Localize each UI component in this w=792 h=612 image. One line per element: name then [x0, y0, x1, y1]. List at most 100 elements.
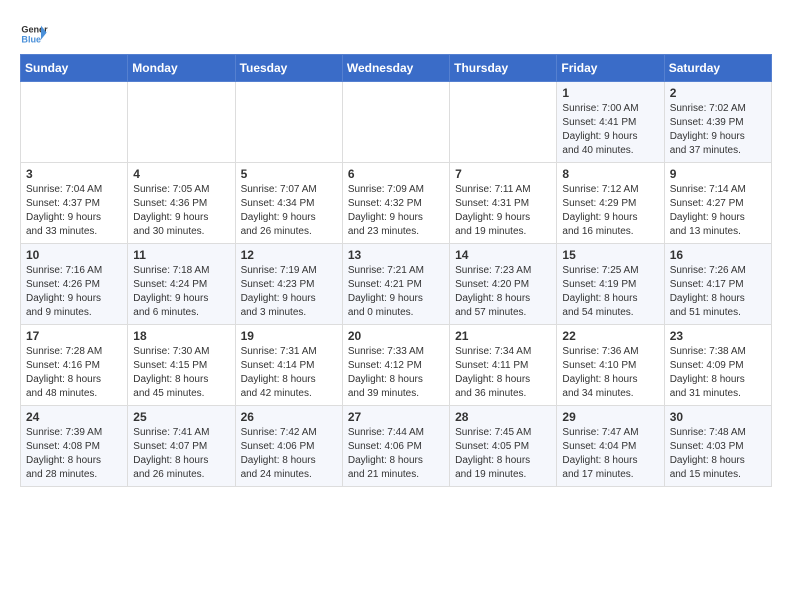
day-detail: Sunrise: 7:04 AM Sunset: 4:37 PM Dayligh…: [26, 183, 122, 239]
day-number: 20: [348, 329, 444, 343]
header-monday: Monday: [128, 55, 235, 82]
day-cell: 16Sunrise: 7:26 AM Sunset: 4:17 PM Dayli…: [664, 244, 771, 325]
day-detail: Sunrise: 7:33 AM Sunset: 4:12 PM Dayligh…: [348, 345, 444, 401]
day-detail: Sunrise: 7:21 AM Sunset: 4:21 PM Dayligh…: [348, 264, 444, 320]
day-detail: Sunrise: 7:12 AM Sunset: 4:29 PM Dayligh…: [562, 183, 658, 239]
day-detail: Sunrise: 7:25 AM Sunset: 4:19 PM Dayligh…: [562, 264, 658, 320]
day-detail: Sunrise: 7:07 AM Sunset: 4:34 PM Dayligh…: [241, 183, 337, 239]
calendar-table: SundayMondayTuesdayWednesdayThursdayFrid…: [20, 54, 772, 487]
header-thursday: Thursday: [450, 55, 557, 82]
header-friday: Friday: [557, 55, 664, 82]
day-number: 29: [562, 410, 658, 424]
day-number: 7: [455, 167, 551, 181]
day-detail: Sunrise: 7:23 AM Sunset: 4:20 PM Dayligh…: [455, 264, 551, 320]
day-detail: Sunrise: 7:44 AM Sunset: 4:06 PM Dayligh…: [348, 426, 444, 482]
day-cell: 24 Sunrise: 7:39 AM Sunset: 4:08 PM Dayli…: [21, 406, 128, 487]
day-cell: 15 Sunrise: 7:25 AM Sunset: 4:19 PM Dayli…: [557, 244, 664, 325]
page: General Blue SundayMondayTuesdayWednesda…: [0, 0, 792, 497]
day-detail: Sunrise: 7:05 AM Sunset: 4:36 PM Dayligh…: [133, 183, 229, 239]
day-cell: 18 Sunrise: 7:30 AM Sunset: 4:15 PM Dayli…: [128, 325, 235, 406]
day-detail: Sunrise: 7:34 AM Sunset: 4:11 PM Dayligh…: [455, 345, 551, 401]
day-detail: Sunrise: 7:31 AM Sunset: 4:14 PM Dayligh…: [241, 345, 337, 401]
day-number: 19: [241, 329, 337, 343]
day-number: 21: [455, 329, 551, 343]
day-detail: Sunrise: 7:48 AM Sunset: 4:03 PM Dayligh…: [670, 426, 766, 482]
day-cell: [342, 82, 449, 163]
header-tuesday: Tuesday: [235, 55, 342, 82]
day-number: 4: [133, 167, 229, 181]
day-number: 24: [26, 410, 122, 424]
day-cell: 9 Sunrise: 7:14 AM Sunset: 4:27 PM Daylig…: [664, 163, 771, 244]
week-row-1: 3 Sunrise: 7:04 AM Sunset: 4:37 PM Daylig…: [21, 163, 772, 244]
header-wednesday: Wednesday: [342, 55, 449, 82]
week-row-0: 1 Sunrise: 7:00 AM Sunset: 4:41 PM Daylig…: [21, 82, 772, 163]
day-cell: 4 Sunrise: 7:05 AM Sunset: 4:36 PM Daylig…: [128, 163, 235, 244]
day-detail: Sunrise: 7:19 AM Sunset: 4:23 PM Dayligh…: [241, 264, 337, 320]
header-sunday: Sunday: [21, 55, 128, 82]
day-cell: 20 Sunrise: 7:33 AM Sunset: 4:12 PM Dayli…: [342, 325, 449, 406]
day-detail: Sunrise: 7:11 AM Sunset: 4:31 PM Dayligh…: [455, 183, 551, 239]
day-cell: [450, 82, 557, 163]
day-cell: [235, 82, 342, 163]
day-cell: [128, 82, 235, 163]
day-cell: 10Sunrise: 7:16 AM Sunset: 4:26 PM Dayli…: [21, 244, 128, 325]
day-number: 13: [348, 248, 444, 262]
week-row-3: 17 Sunrise: 7:28 AM Sunset: 4:16 PM Dayli…: [21, 325, 772, 406]
day-cell: 30 Sunrise: 7:48 AM Sunset: 4:03 PM Dayli…: [664, 406, 771, 487]
day-cell: 8 Sunrise: 7:12 AM Sunset: 4:29 PM Daylig…: [557, 163, 664, 244]
day-number: 25: [133, 410, 229, 424]
svg-text:Blue: Blue: [21, 34, 41, 44]
header-saturday: Saturday: [664, 55, 771, 82]
day-number: 14: [455, 248, 551, 262]
day-detail: Sunrise: 7:28 AM Sunset: 4:16 PM Dayligh…: [26, 345, 122, 401]
day-number: 28: [455, 410, 551, 424]
header: General Blue: [20, 20, 772, 48]
day-cell: 26Sunrise: 7:42 AM Sunset: 4:06 PM Dayli…: [235, 406, 342, 487]
day-number: 11: [133, 248, 229, 262]
day-cell: 2 Sunrise: 7:02 AM Sunset: 4:39 PM Daylig…: [664, 82, 771, 163]
day-detail: Sunrise: 7:38 AM Sunset: 4:09 PM Dayligh…: [670, 345, 766, 401]
day-number: 22: [562, 329, 658, 343]
day-cell: 12 Sunrise: 7:19 AM Sunset: 4:23 PM Dayli…: [235, 244, 342, 325]
day-cell: 25Sunrise: 7:41 AM Sunset: 4:07 PM Dayli…: [128, 406, 235, 487]
day-cell: 27Sunrise: 7:44 AM Sunset: 4:06 PM Dayli…: [342, 406, 449, 487]
day-detail: Sunrise: 7:16 AM Sunset: 4:26 PM Dayligh…: [26, 264, 122, 320]
day-detail: Sunrise: 7:47 AM Sunset: 4:04 PM Dayligh…: [562, 426, 658, 482]
day-number: 8: [562, 167, 658, 181]
day-cell: 5 Sunrise: 7:07 AM Sunset: 4:34 PM Daylig…: [235, 163, 342, 244]
day-detail: Sunrise: 7:36 AM Sunset: 4:10 PM Dayligh…: [562, 345, 658, 401]
day-number: 1: [562, 86, 658, 100]
day-number: 18: [133, 329, 229, 343]
day-number: 30: [670, 410, 766, 424]
day-number: 2: [670, 86, 766, 100]
day-detail: Sunrise: 7:14 AM Sunset: 4:27 PM Dayligh…: [670, 183, 766, 239]
day-number: 12: [241, 248, 337, 262]
day-detail: Sunrise: 7:30 AM Sunset: 4:15 PM Dayligh…: [133, 345, 229, 401]
day-number: 17: [26, 329, 122, 343]
day-detail: Sunrise: 7:45 AM Sunset: 4:05 PM Dayligh…: [455, 426, 551, 482]
day-detail: Sunrise: 7:42 AM Sunset: 4:06 PM Dayligh…: [241, 426, 337, 482]
calendar-header-row: SundayMondayTuesdayWednesdayThursdayFrid…: [21, 55, 772, 82]
day-cell: 19 Sunrise: 7:31 AM Sunset: 4:14 PM Dayli…: [235, 325, 342, 406]
day-number: 5: [241, 167, 337, 181]
day-number: 6: [348, 167, 444, 181]
day-number: 9: [670, 167, 766, 181]
week-row-2: 10Sunrise: 7:16 AM Sunset: 4:26 PM Dayli…: [21, 244, 772, 325]
day-detail: Sunrise: 7:00 AM Sunset: 4:41 PM Dayligh…: [562, 102, 658, 158]
week-row-4: 24 Sunrise: 7:39 AM Sunset: 4:08 PM Dayli…: [21, 406, 772, 487]
day-cell: 21 Sunrise: 7:34 AM Sunset: 4:11 PM Dayli…: [450, 325, 557, 406]
day-cell: 6Sunrise: 7:09 AM Sunset: 4:32 PM Daylig…: [342, 163, 449, 244]
day-cell: 3 Sunrise: 7:04 AM Sunset: 4:37 PM Daylig…: [21, 163, 128, 244]
day-detail: Sunrise: 7:39 AM Sunset: 4:08 PM Dayligh…: [26, 426, 122, 482]
day-number: 16: [670, 248, 766, 262]
day-cell: 14 Sunrise: 7:23 AM Sunset: 4:20 PM Dayli…: [450, 244, 557, 325]
day-detail: Sunrise: 7:02 AM Sunset: 4:39 PM Dayligh…: [670, 102, 766, 158]
day-cell: 17 Sunrise: 7:28 AM Sunset: 4:16 PM Dayli…: [21, 325, 128, 406]
logo: General Blue: [20, 20, 48, 48]
day-cell: 22 Sunrise: 7:36 AM Sunset: 4:10 PM Dayli…: [557, 325, 664, 406]
day-number: 15: [562, 248, 658, 262]
day-number: 3: [26, 167, 122, 181]
logo-icon: General Blue: [20, 20, 48, 48]
day-cell: 11Sunrise: 7:18 AM Sunset: 4:24 PM Dayli…: [128, 244, 235, 325]
day-cell: 29 Sunrise: 7:47 AM Sunset: 4:04 PM Dayli…: [557, 406, 664, 487]
